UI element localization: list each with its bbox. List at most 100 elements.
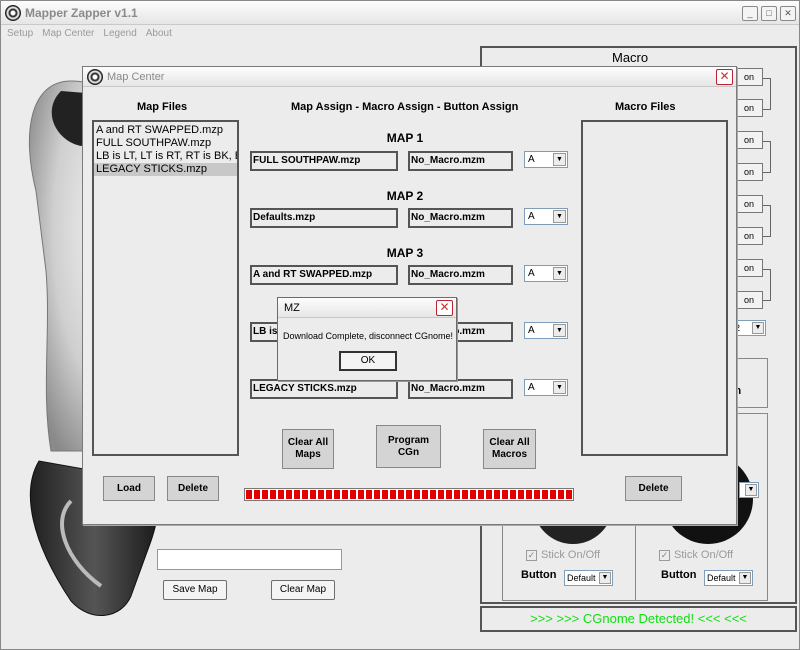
macro-on-button-7[interactable]: on [735,259,763,277]
progress-segment [270,490,276,499]
macro-panel-title: Macro [612,50,649,65]
menu-legend[interactable]: Legend [103,28,136,39]
list-item[interactable]: A and RT SWAPPED.mzp [94,124,237,137]
menu-about[interactable]: About [146,28,172,39]
macro-bracket [763,141,771,173]
chevron-down-icon: ▼ [752,322,764,334]
macro-on-button-6[interactable]: on [735,227,763,245]
macro-on-button-8[interactable]: on [735,291,763,309]
menu-map-center[interactable]: Map Center [42,28,94,39]
progress-segment [422,490,428,499]
list-item-selected[interactable]: LEGACY STICKS.mzp [94,163,237,176]
progress-segment [526,490,532,499]
map-2-macro-field[interactable]: No_Macro.mzm [408,208,513,228]
map-5-button-value: A [528,382,535,393]
app-icon [5,4,21,21]
macro-on-button-2[interactable]: on [735,99,763,117]
map-1-map-field[interactable]: FULL SOUTHPAW.mzp [250,151,398,171]
macro-files-title: Macro Files [615,101,676,113]
progress-segment [430,490,436,499]
progress-segment [550,490,556,499]
stick-combo[interactable]: ▼ [739,482,759,498]
right-button-combo[interactable]: Default ▼ [704,570,753,586]
macro-combo[interactable]: 2 ▼ [732,320,766,336]
map-2-button-value: A [528,211,535,222]
clear-all-macros-line1: Clear All [489,437,530,448]
delete-map-button[interactable]: Delete [167,476,219,501]
clear-all-maps-line2: Maps [295,449,321,460]
clear-all-maps-button[interactable]: Clear All Maps [282,429,334,469]
chevron-down-icon: ▼ [553,381,566,394]
map-name-input[interactable] [157,549,342,570]
progress-segment [390,490,396,499]
message-dialog-close-button[interactable]: ✕ [436,300,453,316]
macro-on-button-3[interactable]: on [735,131,763,149]
minimize-button[interactable]: _ [742,6,758,21]
macro-on-button-1[interactable]: on [735,68,763,86]
program-cgn-button[interactable]: Program CGn [376,425,441,468]
left-stick-checkbox[interactable]: ✓ [526,550,537,561]
macro-on-button-4[interactable]: on [735,163,763,181]
progress-segment [310,490,316,499]
map-5-macro-field[interactable]: No_Macro.mzm [408,379,513,399]
map-5-button-combo[interactable]: A ▼ [524,379,568,396]
right-stick-checkbox[interactable]: ✓ [659,550,670,561]
right-button-combo-value: Default [707,573,736,583]
progress-segment [494,490,500,499]
chevron-down-icon: ▼ [553,324,566,337]
map-3-map-field[interactable]: A and RT SWAPPED.mzp [250,265,398,285]
left-stick-onoff-label: Stick On/Off [541,549,601,561]
map-2-map-field[interactable]: Defaults.mzp [250,208,398,228]
map-2-label: MAP 2 [386,189,424,203]
load-button[interactable]: Load [103,476,155,501]
save-map-button[interactable]: Save Map [163,580,227,600]
progress-segment [294,490,300,499]
chevron-down-icon: ▼ [553,210,566,223]
progress-segment [534,490,540,499]
map-1-button-combo[interactable]: A ▼ [524,151,568,168]
progress-segment [382,490,388,499]
message-text: Download Complete, disconnect CGnome! [282,331,454,341]
macro-files-list[interactable] [581,120,728,456]
map-1-macro-field[interactable]: No_Macro.mzm [408,151,513,171]
clear-all-macros-line2: Macros [491,449,527,460]
map-2-button-combo[interactable]: A ▼ [524,208,568,225]
progress-segment [566,490,572,499]
progress-segment [414,490,420,499]
delete-macro-button[interactable]: Delete [625,476,682,501]
macro-on-button-5[interactable]: on [735,195,763,213]
message-dialog-titlebar[interactable]: MZ ✕ [278,298,456,318]
chevron-down-icon: ▼ [553,153,566,166]
menu-setup[interactable]: Setup [7,28,33,39]
maximize-button[interactable]: □ [761,6,777,21]
map-files-list[interactable]: A and RT SWAPPED.mzp FULL SOUTHPAW.mzp L… [92,120,239,456]
left-button-label: Button [521,569,557,581]
progress-segment [374,490,380,499]
left-button-combo[interactable]: Default ▼ [564,570,613,586]
progress-segment [366,490,372,499]
message-dialog-title: MZ [284,301,300,314]
map-3-button-combo[interactable]: A ▼ [524,265,568,282]
close-button[interactable]: ✕ [780,6,796,21]
progress-segment [358,490,364,499]
ok-button[interactable]: OK [339,351,397,371]
main-titlebar[interactable]: Mapper Zapper v1.1 _ □ ✕ [1,1,799,25]
list-item[interactable]: LB is LT, LT is RT, RT is BK, B [94,150,237,163]
clear-map-button[interactable]: Clear Map [271,580,335,600]
left-button-combo-value: Default [567,573,596,583]
map-center-close-button[interactable]: ✕ [716,69,733,85]
map-3-macro-field[interactable]: No_Macro.mzm [408,265,513,285]
map-center-titlebar[interactable]: Map Center ✕ [83,67,736,87]
list-item[interactable]: FULL SOUTHPAW.mzp [94,137,237,150]
map-3-label: MAP 3 [386,246,424,260]
progress-segment [326,490,332,499]
clear-all-macros-button[interactable]: Clear All Macros [483,429,536,469]
progress-segment [558,490,564,499]
progress-segment [486,490,492,499]
progress-segment [286,490,292,499]
progress-segment [510,490,516,499]
app-title: Mapper Zapper v1.1 [25,5,138,20]
progress-segment [334,490,340,499]
map-4-button-combo[interactable]: A ▼ [524,322,568,339]
map-5-map-field[interactable]: LEGACY STICKS.mzp [250,379,398,399]
